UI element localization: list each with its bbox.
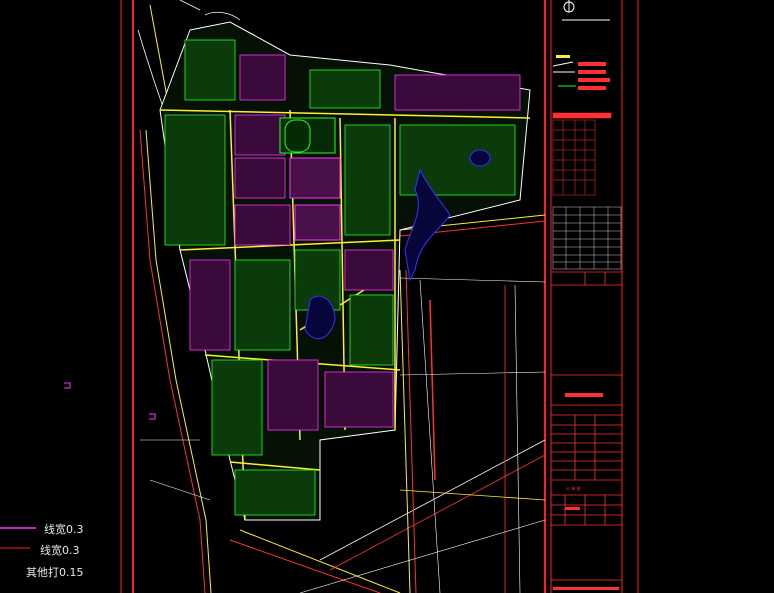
land-use-stats-table (552, 112, 612, 196)
building-index-table (552, 206, 622, 270)
title-legend-swatches (552, 55, 610, 90)
title-block-rows (551, 271, 622, 590)
legend-label-red: 线宽0.3 (40, 544, 80, 557)
title-block-stamp-label: 分 单 图 (566, 486, 581, 491)
legend-label-other: 其他打0.15 (26, 566, 84, 579)
legend-lines (0, 527, 36, 549)
cad-drawing-canvas[interactable] (0, 0, 774, 593)
legend-label-magenta: 线宽0.3 (44, 523, 84, 536)
north-arrow-icon (562, 0, 610, 21)
left-markers (64, 382, 156, 420)
